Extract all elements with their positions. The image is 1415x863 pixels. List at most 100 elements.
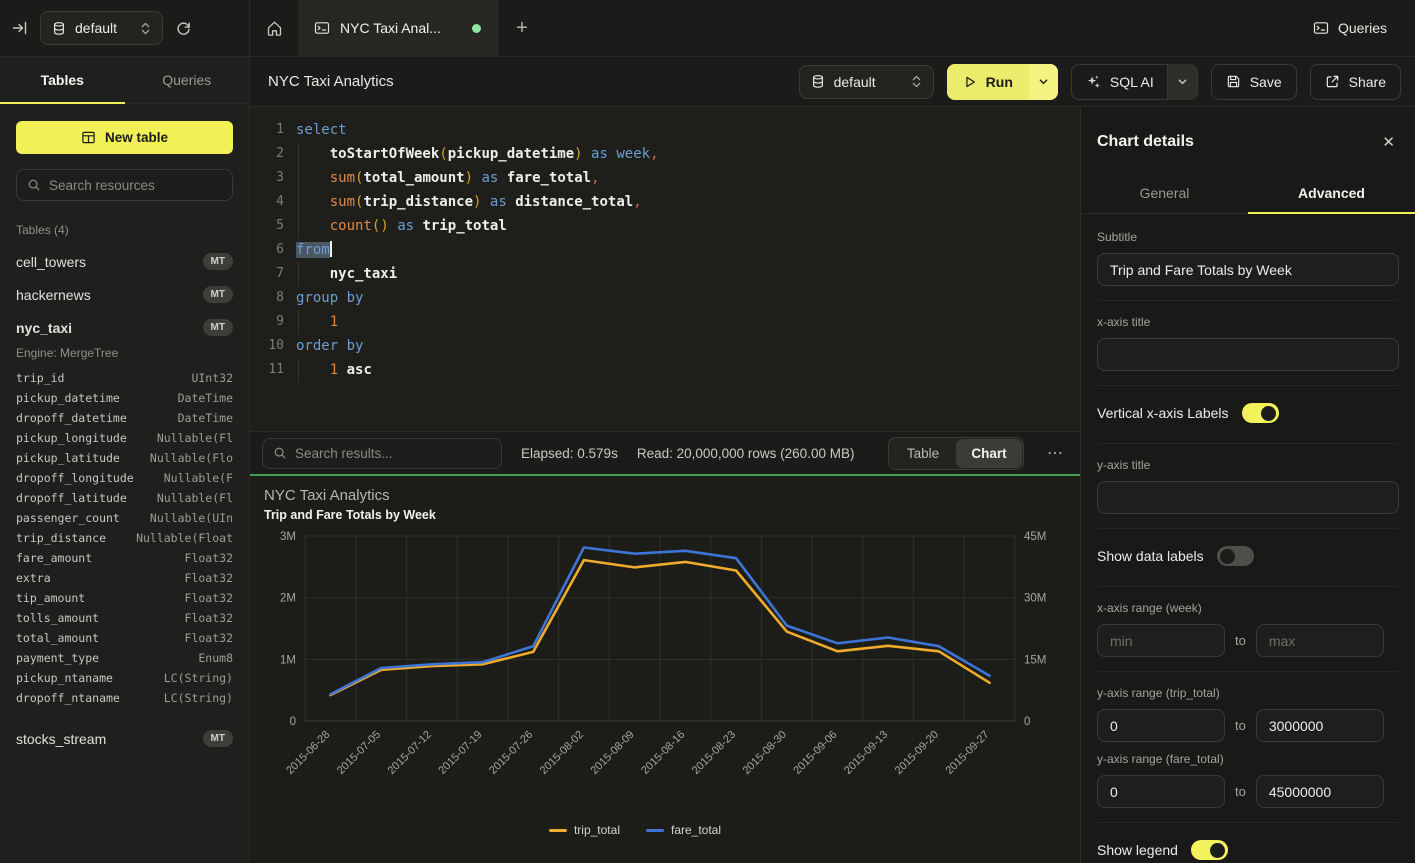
column-type: Nullable(F: [164, 468, 233, 488]
y-axis-title-input[interactable]: [1097, 481, 1399, 514]
collapse-sidebar-icon[interactable]: [12, 20, 28, 36]
y-axis-title-label: y-axis title: [1097, 458, 1399, 472]
search-results-input[interactable]: [295, 446, 491, 461]
column-name: dropoff_latitude: [16, 488, 127, 508]
column-name: pickup_ntaname: [16, 668, 113, 688]
column-name: dropoff_datetime: [16, 408, 127, 428]
column-type: Float32: [185, 568, 233, 588]
new-table-button[interactable]: New table: [16, 121, 233, 154]
column-name: pickup_datetime: [16, 388, 120, 408]
home-icon: [266, 20, 283, 37]
view-toggle-table[interactable]: Table: [890, 439, 956, 468]
more-options-button[interactable]: ⋯: [1043, 443, 1068, 463]
line-number: 11: [250, 358, 284, 382]
database-selector[interactable]: default: [40, 11, 163, 45]
topbar-left: default: [0, 0, 250, 56]
sidebar-search: [16, 169, 233, 201]
view-toggle-chart[interactable]: Chart: [956, 439, 1022, 468]
field-x-axis-title: x-axis title: [1097, 301, 1399, 386]
code-text: toStartOfWeek(pickup_datetime) as week,: [284, 142, 659, 166]
line-number: 6: [250, 238, 284, 262]
query-title: NYC Taxi Analytics: [268, 73, 394, 90]
line-number: 9: [250, 310, 284, 334]
x-range-max-input[interactable]: [1256, 624, 1384, 657]
x-range-min-input[interactable]: [1097, 624, 1225, 657]
close-icon[interactable]: ✕: [1382, 133, 1395, 151]
play-icon: [963, 75, 977, 89]
share-label: Share: [1349, 74, 1386, 90]
x-axis-label: 2015-07-12: [386, 729, 434, 777]
home-tab[interactable]: [250, 0, 298, 56]
sidebar-tab-tables[interactable]: Tables: [0, 57, 125, 103]
refresh-icon[interactable]: [175, 20, 192, 37]
column-name: payment_type: [16, 648, 99, 668]
table-name: cell_towers: [16, 254, 86, 270]
vertical-x-labels-label: Vertical x-axis Labels: [1097, 405, 1229, 421]
sql-ai-options-caret[interactable]: [1167, 64, 1197, 100]
run-label: Run: [986, 74, 1013, 90]
queries-icon: [1313, 20, 1329, 36]
run-options-caret[interactable]: [1029, 64, 1058, 100]
column-row: trip_idUInt32: [0, 368, 249, 388]
y-range-trip-min-input[interactable]: [1097, 709, 1225, 742]
left-axis-tick: 3M: [280, 531, 296, 543]
details-tabs: General Advanced: [1081, 173, 1415, 214]
x-axis-label: 2015-08-09: [588, 729, 636, 777]
line-number: 3: [250, 166, 284, 190]
run-button[interactable]: Run: [947, 64, 1058, 100]
queries-menu-button[interactable]: Queries: [1313, 0, 1415, 56]
y-range-trip-max-input[interactable]: [1256, 709, 1384, 742]
save-label: Save: [1250, 74, 1282, 90]
field-show-data-labels: Show data labels: [1097, 529, 1399, 587]
table-item-hackernews[interactable]: hackernewsMT: [0, 278, 249, 311]
x-axis-label: 2015-08-16: [639, 729, 687, 777]
column-name: trip_id: [16, 368, 64, 388]
vertical-x-labels-toggle[interactable]: [1242, 403, 1279, 423]
show-data-labels-toggle[interactable]: [1217, 546, 1254, 566]
column-name: tip_amount: [16, 588, 85, 608]
legend-item-trip_total[interactable]: trip_total: [549, 823, 620, 837]
code-text: sum(trip_distance) as distance_total,: [284, 190, 642, 214]
right-axis-tick: 0: [1024, 716, 1030, 728]
sql-editor[interactable]: 1select2 toStartOfWeek(pickup_datetime) …: [250, 107, 1080, 431]
right-axis-tick: 45M: [1024, 531, 1046, 543]
elapsed-stat: Elapsed: 0.579s: [521, 446, 618, 461]
line-number: 2: [250, 142, 284, 166]
tab-advanced[interactable]: Advanced: [1248, 173, 1415, 213]
toolbar-database-selector[interactable]: default: [799, 65, 934, 99]
table-item-nyc_taxi[interactable]: nyc_taxiMT: [0, 311, 249, 344]
code-text: sum(total_amount) as fare_total,: [284, 166, 600, 190]
code-text: 1: [284, 310, 338, 334]
column-type: Nullable(Fl: [157, 428, 233, 448]
search-resources-input[interactable]: [49, 178, 222, 193]
query-tab-title: NYC Taxi Anal...: [340, 20, 441, 36]
y-range-fare-max-input[interactable]: [1256, 775, 1384, 808]
x-axis-title-input[interactable]: [1097, 338, 1399, 371]
show-legend-toggle[interactable]: [1191, 840, 1228, 860]
table-item-cell_towers[interactable]: cell_towersMT: [0, 245, 249, 278]
save-button[interactable]: Save: [1211, 64, 1297, 100]
results-search: [262, 438, 502, 469]
x-axis-label: 2015-09-20: [893, 729, 941, 777]
sidebar-tab-queries[interactable]: Queries: [125, 57, 250, 103]
y-range-fare-min-input[interactable]: [1097, 775, 1225, 808]
subtitle-input[interactable]: [1097, 253, 1399, 286]
top-bar: default NYC Taxi Anal... + Queries: [0, 0, 1415, 57]
sql-ai-button[interactable]: SQL AI: [1071, 64, 1198, 100]
engine-badge: MT: [203, 319, 233, 336]
field-show-legend: Show legend: [1097, 823, 1399, 863]
x-axis-label: 2015-08-02: [538, 729, 586, 777]
new-tab-button[interactable]: +: [498, 0, 546, 56]
column-row: dropoff_ntanameLC(String): [0, 688, 249, 708]
x-axis-label: 2015-09-13: [842, 729, 890, 777]
legend-item-fare_total[interactable]: fare_total: [646, 823, 721, 837]
code-text: nyc_taxi: [284, 262, 397, 286]
column-row: payment_typeEnum8: [0, 648, 249, 668]
share-button[interactable]: Share: [1310, 64, 1401, 100]
table-item-stocks_stream[interactable]: stocks_streamMT: [0, 722, 249, 755]
line-number: 7: [250, 262, 284, 286]
tab-general[interactable]: General: [1081, 173, 1248, 213]
show-legend-label: Show legend: [1097, 842, 1178, 858]
column-type: LC(String): [164, 688, 233, 708]
query-tab[interactable]: NYC Taxi Anal...: [298, 0, 498, 56]
